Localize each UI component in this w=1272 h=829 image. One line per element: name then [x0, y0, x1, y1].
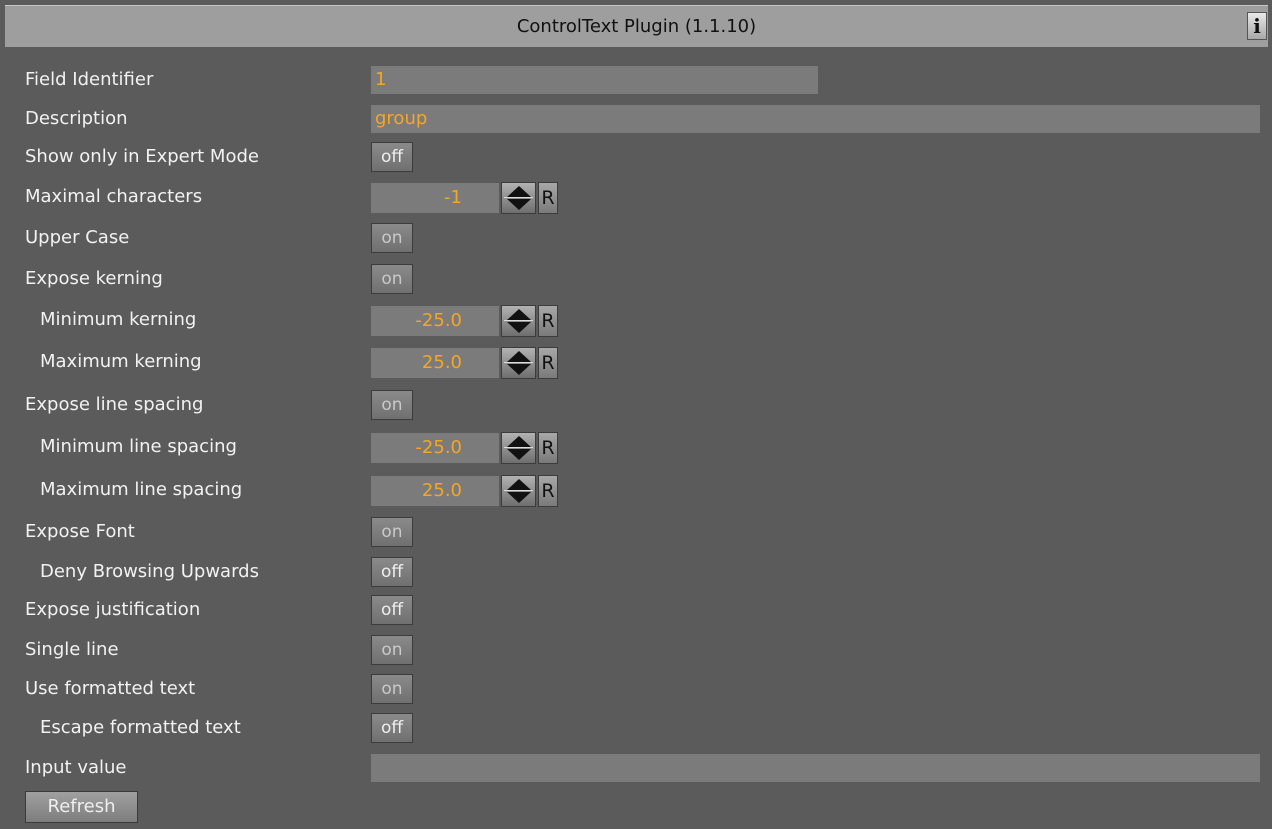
deny-browsing-toggle[interactable]: off [371, 557, 413, 587]
arrow-up-icon[interactable] [507, 186, 531, 197]
row-max-line-spacing: Maximum line spacing 25.0 R [0, 473, 1272, 507]
row-max-kerning: Maximum kerning 25.0 R [0, 345, 1272, 379]
max-line-spacing-label: Maximum line spacing [40, 479, 243, 500]
stepper-divider [504, 362, 533, 363]
info-button[interactable]: i [1247, 12, 1267, 40]
arrow-up-icon[interactable] [507, 309, 531, 320]
min-kerning-input[interactable]: -25.0 [371, 306, 499, 336]
max-kerning-reset-button[interactable]: R [538, 347, 558, 379]
description-label: Description [25, 108, 128, 129]
arrow-down-icon[interactable] [507, 199, 531, 210]
arrow-up-icon[interactable] [507, 436, 531, 447]
deny-browsing-label: Deny Browsing Upwards [40, 561, 259, 582]
max-kerning-input[interactable]: 25.0 [371, 348, 499, 378]
escape-formatted-toggle[interactable]: off [371, 713, 413, 743]
upper-case-toggle[interactable]: on [371, 223, 413, 253]
expose-line-spacing-toggle[interactable]: on [371, 390, 413, 420]
arrow-up-icon[interactable] [507, 351, 531, 362]
max-kerning-label: Maximum kerning [40, 351, 202, 372]
plugin-title: ControlText Plugin (1.1.10) [516, 16, 757, 37]
use-formatted-toggle[interactable]: on [371, 674, 413, 704]
min-line-spacing-label: Minimum line spacing [40, 436, 237, 457]
expose-kerning-label: Expose kerning [25, 268, 163, 289]
row-field-identifier: Field Identifier 1 [0, 63, 1272, 97]
row-single-line: Single line on [0, 633, 1272, 667]
row-deny-browsing: Deny Browsing Upwards off [0, 555, 1272, 589]
escape-formatted-label: Escape formatted text [40, 717, 241, 738]
min-kerning-stepper[interactable] [501, 305, 536, 337]
min-kerning-reset-button[interactable]: R [538, 305, 558, 337]
field-identifier-label: Field Identifier [25, 69, 154, 90]
min-line-spacing-reset-button[interactable]: R [538, 432, 558, 464]
arrow-up-icon[interactable] [507, 479, 531, 490]
description-input[interactable]: group [371, 105, 1260, 133]
expose-font-label: Expose Font [25, 521, 135, 542]
row-expose-font: Expose Font on [0, 515, 1272, 549]
max-kerning-stepper[interactable] [501, 347, 536, 379]
row-use-formatted: Use formatted text on [0, 672, 1272, 706]
single-line-toggle[interactable]: on [371, 635, 413, 665]
max-line-spacing-reset-button[interactable]: R [538, 475, 558, 507]
arrow-down-icon[interactable] [507, 449, 531, 460]
expose-justification-label: Expose justification [25, 599, 201, 620]
row-input-value: Input value [0, 751, 1272, 785]
row-expose-justification: Expose justification off [0, 593, 1272, 627]
max-line-spacing-input[interactable]: 25.0 [371, 476, 499, 506]
row-max-chars: Maximal characters -1 R [0, 180, 1272, 214]
min-line-spacing-input[interactable]: -25.0 [371, 433, 499, 463]
row-min-line-spacing: Minimum line spacing -25.0 R [0, 430, 1272, 464]
stepper-divider [504, 490, 533, 491]
row-expose-kerning: Expose kerning on [0, 262, 1272, 296]
show-expert-toggle[interactable]: off [371, 142, 413, 172]
max-chars-label: Maximal characters [25, 186, 203, 207]
row-show-expert: Show only in Expert Mode off [0, 140, 1272, 174]
stepper-divider [504, 197, 533, 198]
stepper-divider [504, 447, 533, 448]
row-description: Description group [0, 102, 1272, 136]
arrow-down-icon[interactable] [507, 322, 531, 333]
arrow-down-icon[interactable] [507, 492, 531, 503]
row-upper-case: Upper Case on [0, 221, 1272, 255]
stepper-divider [504, 320, 533, 321]
input-value-field[interactable] [371, 754, 1260, 782]
row-min-kerning: Minimum kerning -25.0 R [0, 303, 1272, 337]
input-value-label: Input value [25, 757, 127, 778]
expose-justification-toggle[interactable]: off [371, 595, 413, 625]
field-identifier-input[interactable]: 1 [371, 66, 818, 94]
row-expose-line-spacing: Expose line spacing on [0, 388, 1272, 422]
min-kerning-label: Minimum kerning [40, 309, 197, 330]
expose-line-spacing-label: Expose line spacing [25, 394, 204, 415]
max-chars-reset-button[interactable]: R [538, 182, 558, 214]
expose-font-toggle[interactable]: on [371, 517, 413, 547]
single-line-label: Single line [25, 639, 119, 660]
max-chars-stepper[interactable] [501, 182, 536, 214]
show-expert-label: Show only in Expert Mode [25, 146, 259, 167]
arrow-down-icon[interactable] [507, 364, 531, 375]
max-chars-input[interactable]: -1 [371, 183, 499, 213]
refresh-button[interactable]: Refresh [25, 791, 138, 823]
max-line-spacing-stepper[interactable] [501, 475, 536, 507]
min-line-spacing-stepper[interactable] [501, 432, 536, 464]
row-escape-formatted: Escape formatted text off [0, 711, 1272, 745]
expose-kerning-toggle[interactable]: on [371, 264, 413, 294]
title-bar: ControlText Plugin (1.1.10) i [5, 5, 1268, 47]
use-formatted-label: Use formatted text [25, 678, 196, 699]
upper-case-label: Upper Case [25, 227, 130, 248]
